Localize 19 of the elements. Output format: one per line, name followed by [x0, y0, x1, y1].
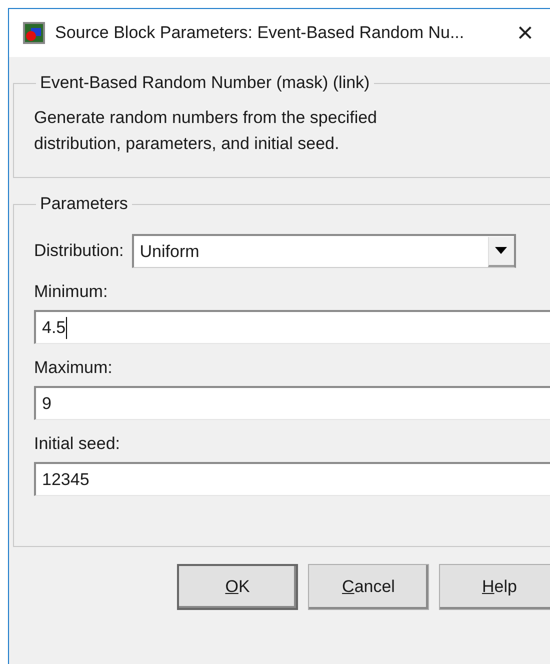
- block-icon: [23, 22, 45, 44]
- dialog-button[interactable]: Cancel: [308, 564, 429, 610]
- field-label: Initial seed:: [34, 434, 121, 454]
- group-legend: Parameters: [36, 194, 132, 214]
- description-text: Generate random numbers from the specified distribution, parameters, and initial seed.: [34, 107, 378, 155]
- dropdown-arrow-icon: [495, 247, 508, 254]
- close-button[interactable]: ×: [517, 19, 534, 47]
- distribution-dropdown[interactable]: Uniform: [132, 234, 516, 268]
- field-label: Distribution:: [34, 241, 124, 261]
- input-field[interactable]: 4.5: [34, 310, 550, 344]
- dialog-button[interactable]: OK: [177, 564, 298, 610]
- selected-value: Uniform: [140, 242, 200, 262]
- field-label: Minimum:: [34, 282, 109, 302]
- field-label: Maximum:: [34, 358, 114, 378]
- dialog-button[interactable]: Help: [439, 564, 550, 610]
- window-title: Source Block Parameters: Event-Based Random Nu...: [55, 23, 466, 43]
- input-field[interactable]: 9: [34, 386, 550, 420]
- input-field[interactable]: 12345: [34, 462, 550, 496]
- group-legend: Event-Based Random Number (mask) (link): [36, 73, 374, 93]
